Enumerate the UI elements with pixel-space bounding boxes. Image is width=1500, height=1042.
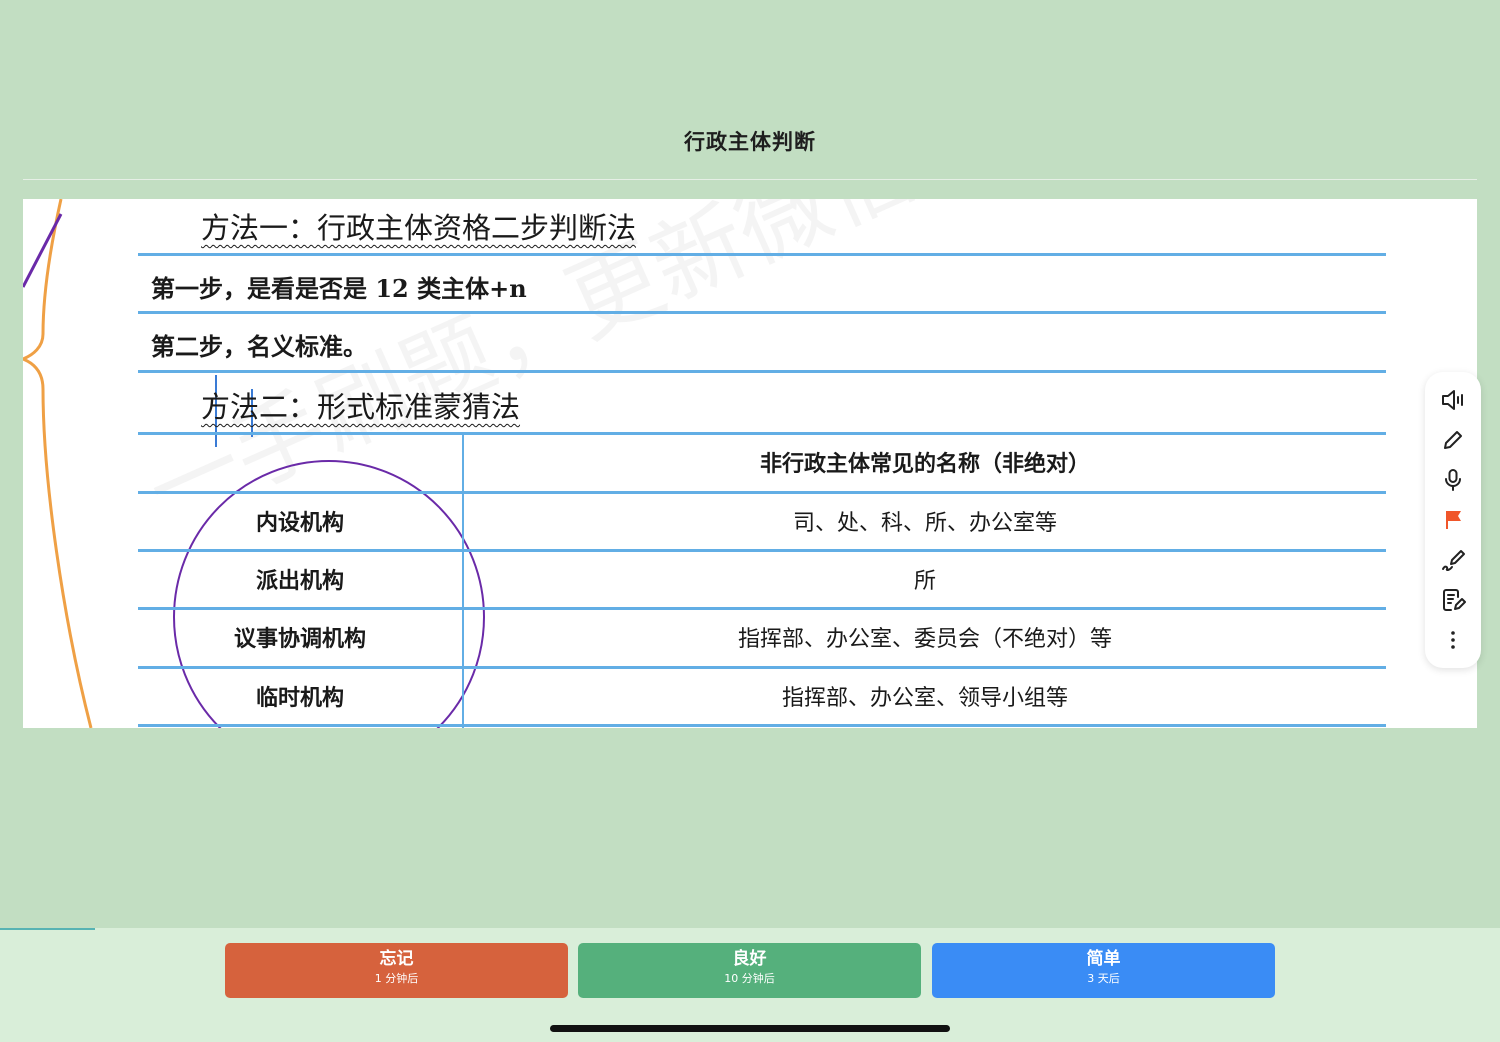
note-image: 一手刷题，更新微信：sikao 方法一：行政主体资格二步判断法 第一步，是看是否… bbox=[23, 199, 1477, 728]
draw-icon[interactable] bbox=[1439, 546, 1467, 574]
easy-button[interactable]: 简单 3 天后 bbox=[932, 943, 1275, 998]
rule-line bbox=[138, 370, 1386, 373]
table-bottom-rule bbox=[138, 724, 1386, 727]
good-interval: 10 分钟后 bbox=[724, 972, 775, 985]
rule-line bbox=[138, 311, 1386, 314]
card-title: 行政主体判断 bbox=[684, 130, 816, 154]
table-row-label: 议事协调机构 bbox=[233, 627, 366, 652]
purple-stroke-annotation bbox=[23, 213, 63, 288]
microphone-icon[interactable] bbox=[1439, 466, 1467, 494]
more-vertical-icon[interactable] bbox=[1439, 626, 1467, 654]
table-row-label: 临时机构 bbox=[255, 686, 344, 711]
table-header-right: 非行政主体常见的名称（非绝对） bbox=[759, 452, 1090, 477]
flag-icon[interactable] bbox=[1439, 506, 1467, 534]
table-row-value: 指挥部、办公室、委员会（不绝对）等 bbox=[737, 627, 1112, 652]
good-label: 良好 bbox=[732, 949, 767, 969]
step-one-text: 第一步，是看是否是 12 类主体+n bbox=[151, 274, 527, 303]
easy-interval: 3 天后 bbox=[1087, 972, 1120, 985]
table-row-value: 所 bbox=[913, 569, 936, 594]
table-row-label: 派出机构 bbox=[255, 569, 344, 594]
home-indicator[interactable] bbox=[550, 1025, 950, 1032]
method-two-heading: 方法二：形式标准蒙猜法 bbox=[201, 390, 521, 424]
pencil-icon[interactable] bbox=[1439, 426, 1467, 454]
easy-label: 简单 bbox=[1086, 949, 1121, 969]
again-button[interactable]: 忘记 1 分钟后 bbox=[225, 943, 568, 998]
again-interval: 1 分钟后 bbox=[374, 972, 419, 985]
speaker-icon[interactable] bbox=[1439, 386, 1467, 414]
side-toolbar bbox=[1425, 372, 1481, 668]
rule-line bbox=[138, 253, 1386, 256]
table-row-value: 司、处、科、所、办公室等 bbox=[792, 511, 1057, 536]
orange-brace-annotation bbox=[23, 199, 93, 728]
step-two-text: 第二步，名义标准。 bbox=[151, 332, 367, 361]
edit-note-icon[interactable] bbox=[1439, 586, 1467, 614]
again-label: 忘记 bbox=[379, 949, 414, 969]
good-button[interactable]: 良好 10 分钟后 bbox=[578, 943, 921, 998]
title-divider bbox=[23, 179, 1477, 180]
table-row-value: 指挥部、办公室、领导小组等 bbox=[781, 686, 1068, 711]
progress-indicator bbox=[0, 928, 95, 930]
table-row-label: 内设机构 bbox=[255, 511, 344, 536]
method-one-heading: 方法一：行政主体资格二步判断法 bbox=[201, 211, 637, 245]
